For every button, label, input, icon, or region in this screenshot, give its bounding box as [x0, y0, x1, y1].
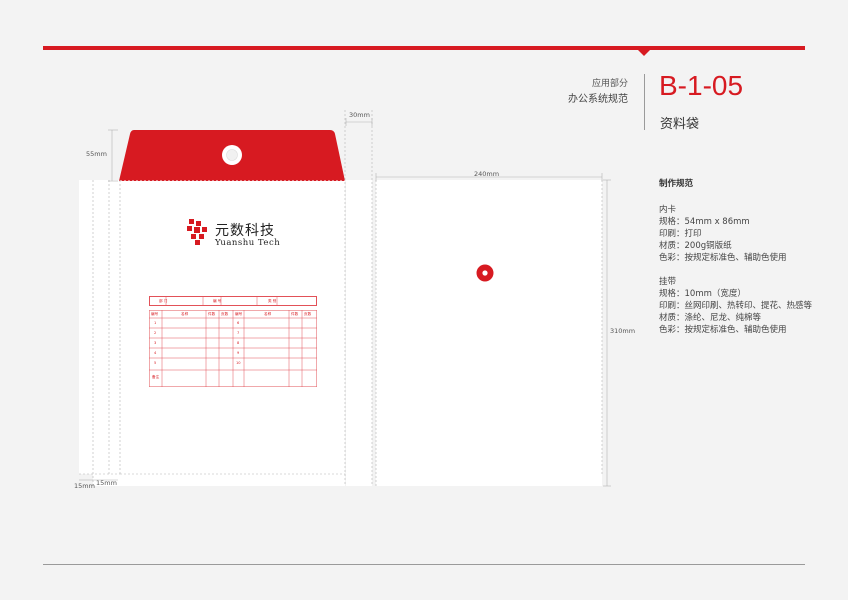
bottom-tab [93, 474, 345, 486]
form-row-number: 1 [154, 321, 157, 325]
form-row-remark: 备注 [152, 375, 160, 379]
spec-row: 规格：54mm x 86mm [659, 217, 750, 227]
form-row-number: 6 [237, 321, 240, 325]
bottom-rule [43, 564, 805, 565]
spine-panel [346, 180, 372, 486]
spec-row: 材质：200g铜版纸 [659, 241, 732, 251]
form-col-pages: 页数 [221, 312, 229, 316]
form-grid-lines [149, 297, 317, 387]
dim-panel-width: 240mm [474, 170, 500, 178]
spec-group-title: 挂带 [659, 277, 677, 287]
dim-flap-height: 55mm [86, 150, 107, 158]
back-panel [376, 180, 602, 486]
form-row-number: 3 [154, 341, 157, 345]
spec-row: 规格：10mm（宽度） [659, 289, 746, 299]
form-col-count-right: 件数 [291, 312, 299, 316]
form-col-name: 名称 [181, 312, 189, 316]
logo-mark-icon [187, 219, 207, 245]
logo-name-cn: 元数科技 [215, 223, 275, 239]
dim-spine-width: 30mm [349, 111, 370, 119]
form-row-number: 7 [237, 331, 240, 335]
form-row-number: 5 [154, 361, 157, 365]
spec-row: 材质：涤纶、尼龙、纯棉等 [659, 313, 762, 323]
spec-panel: 制作规范 内卡 规格：54mm x 86mm 印刷：打印 材质：200g铜版纸 … [659, 178, 839, 348]
form-col-count: 件数 [208, 312, 216, 316]
spec-heading: 制作规范 [659, 179, 694, 189]
string-button-hole [482, 270, 488, 276]
spec-row: 色彩：按规定标准色、辅助色使用 [659, 325, 787, 335]
dim-side-left: 15mm [74, 482, 95, 490]
form-row-number: 8 [237, 341, 240, 345]
form-row-number: 4 [154, 351, 157, 355]
spec-group-strap: 挂带 规格：10mm（宽度） 印刷：丝网印刷、热转印、提花、热感等 材质：涤纶、… [659, 276, 839, 336]
spec-group-title: 内卡 [659, 205, 677, 215]
spec-group-card: 内卡 规格：54mm x 86mm 印刷：打印 材质：200g铜版纸 色彩：按规… [659, 204, 839, 264]
flap-button-inner [226, 149, 238, 161]
form-col-name-right: 名称 [264, 312, 272, 316]
form-col-pages-right: 页数 [304, 312, 312, 316]
label-form: 部 门 编 号 类 别 编号 名称 件数 页数 编号 名称 件数 页数 1 2 … [149, 296, 317, 391]
dim-panel-height: 310mm [610, 327, 636, 335]
logo-name-en: Yuanshu Tech [215, 238, 281, 248]
form-row-number: 2 [154, 331, 157, 335]
spec-row: 印刷：丝网印刷、热转印、提花、热感等 [659, 301, 813, 311]
spec-row: 色彩：按规定标准色、辅助色使用 [659, 253, 787, 263]
dim-side-right: 15mm [96, 479, 117, 487]
spec-row: 印刷：打印 [659, 229, 702, 239]
form-row-number: 9 [237, 351, 240, 355]
form-col-no: 编号 [151, 312, 159, 316]
form-row-number: 10 [236, 361, 241, 365]
form-col-no-right: 编号 [235, 312, 243, 316]
